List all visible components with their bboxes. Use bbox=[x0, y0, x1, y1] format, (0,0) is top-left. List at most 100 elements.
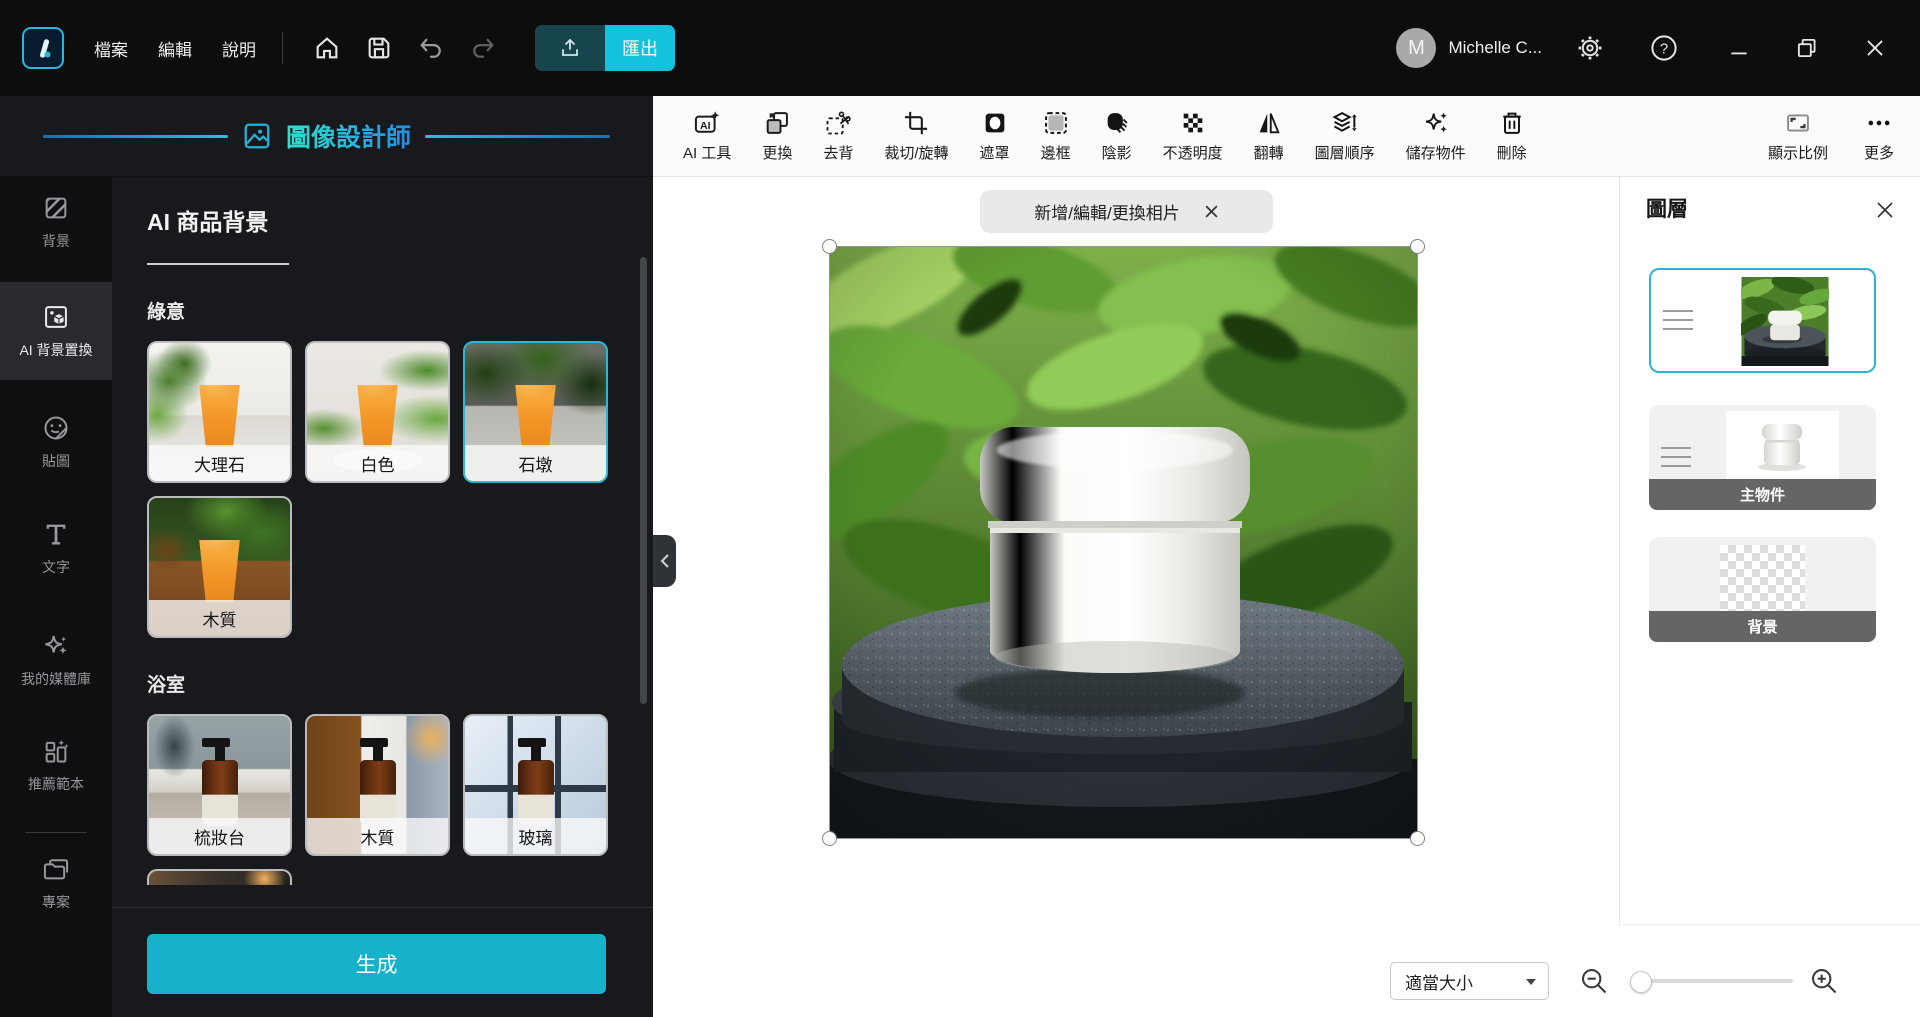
tool-crop-rotate[interactable]: 裁切/旋轉 bbox=[884, 109, 949, 163]
help-button[interactable]: ? bbox=[1642, 26, 1686, 70]
thumbnail-wood-bathroom[interactable]: 木質 bbox=[305, 714, 450, 856]
layers-close-button[interactable] bbox=[1870, 195, 1900, 225]
bottle-graphic bbox=[517, 738, 554, 826]
panel-collapse-handle[interactable] bbox=[653, 535, 676, 587]
thumbnail-stone-selected[interactable]: 石墩 bbox=[463, 341, 608, 483]
zoom-in-button[interactable] bbox=[1805, 962, 1843, 1000]
ai-background-replace-icon bbox=[45, 305, 67, 328]
redo-icon bbox=[473, 38, 494, 58]
tool-border[interactable]: 邊框 bbox=[1041, 109, 1071, 163]
generate-bar: 生成 bbox=[112, 907, 653, 1017]
section-bathroom-title: 浴室 bbox=[147, 675, 186, 696]
generate-button[interactable]: 生成 bbox=[147, 934, 606, 994]
thumbnail-white[interactable]: 白色 bbox=[305, 341, 450, 483]
smoothie-cup-graphic bbox=[515, 385, 556, 447]
thumbnail-glass[interactable]: 玻璃 bbox=[463, 714, 608, 856]
sidebar-item-media-library[interactable]: 我的媒體庫 bbox=[0, 615, 112, 705]
sidebar-item-templates[interactable]: 推薦範本 bbox=[0, 720, 112, 810]
thumbnail-marble[interactable]: 大理石 bbox=[147, 341, 292, 483]
layer-label: 背景 bbox=[1649, 611, 1876, 642]
account-name[interactable]: Michelle C... bbox=[1448, 38, 1542, 58]
settings-button[interactable] bbox=[1568, 26, 1612, 70]
drag-handle-icon[interactable] bbox=[1663, 309, 1693, 332]
avatar[interactable]: M bbox=[1396, 28, 1437, 68]
tool-save-object[interactable]: 儲存物件 bbox=[1406, 109, 1466, 163]
bottle-graphic bbox=[201, 738, 238, 826]
tool-ai-tools[interactable]: AI AI 工具 bbox=[683, 109, 731, 163]
thumbnail-label: 木質 bbox=[307, 818, 448, 854]
bottle-graphic bbox=[359, 738, 396, 826]
resize-handle-top-left[interactable] bbox=[822, 239, 837, 254]
panel-scrollbar[interactable] bbox=[640, 257, 647, 704]
menu-file[interactable]: 檔案 bbox=[94, 36, 128, 61]
tool-label: 裁切/旋轉 bbox=[884, 145, 949, 162]
thumbnail-wood[interactable]: 木質 bbox=[147, 496, 292, 638]
close-window-button[interactable] bbox=[1852, 25, 1898, 71]
zoom-slider[interactable] bbox=[1630, 971, 1793, 993]
sidebar-item-background[interactable]: 背景 bbox=[0, 177, 112, 267]
thumbnail-label: 白色 bbox=[307, 445, 448, 481]
photo-banner-close[interactable] bbox=[1204, 204, 1219, 219]
tool-label: 圖層順序 bbox=[1314, 145, 1375, 162]
tool-more[interactable]: 更多 bbox=[1864, 109, 1894, 163]
zoom-slider-thumb[interactable] bbox=[1630, 971, 1652, 993]
tool-label: 不透明度 bbox=[1162, 145, 1223, 162]
smoothie-cup-graphic bbox=[357, 385, 398, 447]
sidebar-item-label: 推薦範本 bbox=[28, 775, 84, 792]
text-icon bbox=[46, 524, 66, 544]
export-button[interactable]: 匯出 bbox=[535, 25, 675, 71]
zoom-in-icon bbox=[1812, 969, 1837, 994]
resize-handle-top-right[interactable] bbox=[1410, 239, 1425, 254]
layer-item-composite-selected[interactable] bbox=[1649, 268, 1876, 373]
thumbnail-partial[interactable] bbox=[147, 869, 292, 885]
minimize-button[interactable] bbox=[1716, 25, 1762, 71]
drag-handle-icon[interactable] bbox=[1661, 446, 1691, 469]
zoom-out-button[interactable] bbox=[1575, 962, 1613, 1000]
sidebar-item-stickers[interactable]: 貼圖 bbox=[0, 397, 112, 487]
layer-item-main-object[interactable]: 主物件 bbox=[1649, 405, 1876, 510]
menu-edit[interactable]: 編輯 bbox=[158, 36, 192, 61]
tool-layer-order[interactable]: 圖層順序 bbox=[1315, 109, 1375, 163]
layer-item-background[interactable]: 背景 bbox=[1649, 537, 1876, 642]
resize-handle-bottom-right[interactable] bbox=[1410, 831, 1425, 846]
save-button[interactable] bbox=[357, 26, 401, 70]
more-icon bbox=[1868, 120, 1890, 126]
panel-title: AI 商品背景 bbox=[147, 209, 269, 235]
app-logo[interactable] bbox=[22, 27, 64, 69]
tool-shadow[interactable]: 陰影 bbox=[1102, 109, 1132, 163]
tool-label: 刪除 bbox=[1496, 145, 1527, 162]
product-image-object[interactable] bbox=[791, 235, 1436, 846]
restore-button[interactable] bbox=[1784, 25, 1830, 71]
tool-opacity[interactable]: 不透明度 bbox=[1163, 109, 1223, 163]
tool-remove-background[interactable]: 去背 bbox=[823, 109, 853, 163]
sidebar-item-ai-background-replace[interactable]: AI 背景置換 bbox=[0, 282, 112, 380]
save-icon bbox=[368, 37, 390, 59]
undo-button[interactable] bbox=[409, 26, 453, 70]
export-label: 匯出 bbox=[605, 25, 675, 71]
module-header: 圖像設計師 bbox=[0, 96, 653, 177]
ai-tools-icon: AI bbox=[695, 111, 720, 133]
remove-bg-icon bbox=[826, 111, 852, 135]
sidebar-item-projects[interactable]: 專案 bbox=[0, 843, 112, 923]
sidebar-item-label: 專案 bbox=[42, 893, 70, 910]
canvas-area[interactable]: 新增/編輯/更換相片 bbox=[653, 177, 1619, 1017]
menu-help[interactable]: 說明 bbox=[222, 36, 256, 61]
chevron-down-icon bbox=[1526, 979, 1536, 985]
tool-delete[interactable]: 刪除 bbox=[1497, 109, 1527, 163]
layer-order-icon bbox=[1332, 111, 1357, 132]
tool-label: AI 工具 bbox=[683, 145, 732, 162]
zoom-preset-dropdown[interactable]: 適當大小 bbox=[1390, 962, 1549, 1000]
sidebar-item-text[interactable]: 文字 bbox=[0, 503, 112, 593]
tool-mask[interactable]: 遮罩 bbox=[980, 109, 1010, 163]
shadow-icon bbox=[1107, 113, 1128, 133]
tool-flip[interactable]: 翻轉 bbox=[1254, 109, 1284, 163]
tool-display-ratio[interactable]: 顯示比例 bbox=[1768, 109, 1828, 163]
sidebar: 背景 AI 背景置換 貼圖 文字 我的媒體庫 推薦範本 專案 bbox=[0, 177, 112, 1017]
home-button[interactable] bbox=[305, 26, 349, 70]
app-logo-icon bbox=[40, 39, 51, 58]
resize-handle-bottom-left[interactable] bbox=[822, 831, 837, 846]
redo-button[interactable] bbox=[461, 26, 505, 70]
photo-banner-label: 新增/編輯/更換相片 bbox=[1034, 204, 1180, 223]
tool-replace[interactable]: 更換 bbox=[762, 109, 792, 163]
thumbnail-vanity[interactable]: 梳妝台 bbox=[147, 714, 292, 856]
